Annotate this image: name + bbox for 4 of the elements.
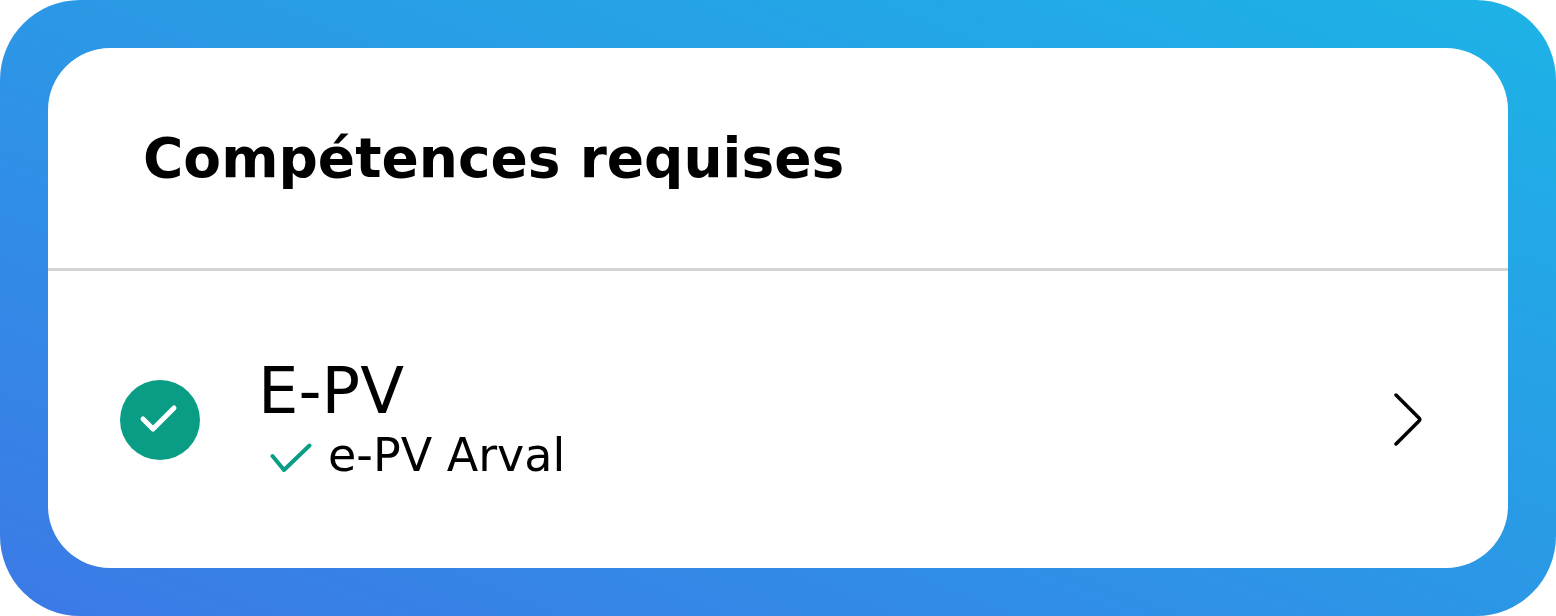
section-title: Compétences requises [143, 125, 845, 191]
sub-skill-label: e-PV Arval [328, 428, 566, 484]
skill-name: E-PV [258, 355, 404, 427]
chevron-right-icon[interactable] [1394, 393, 1422, 446]
